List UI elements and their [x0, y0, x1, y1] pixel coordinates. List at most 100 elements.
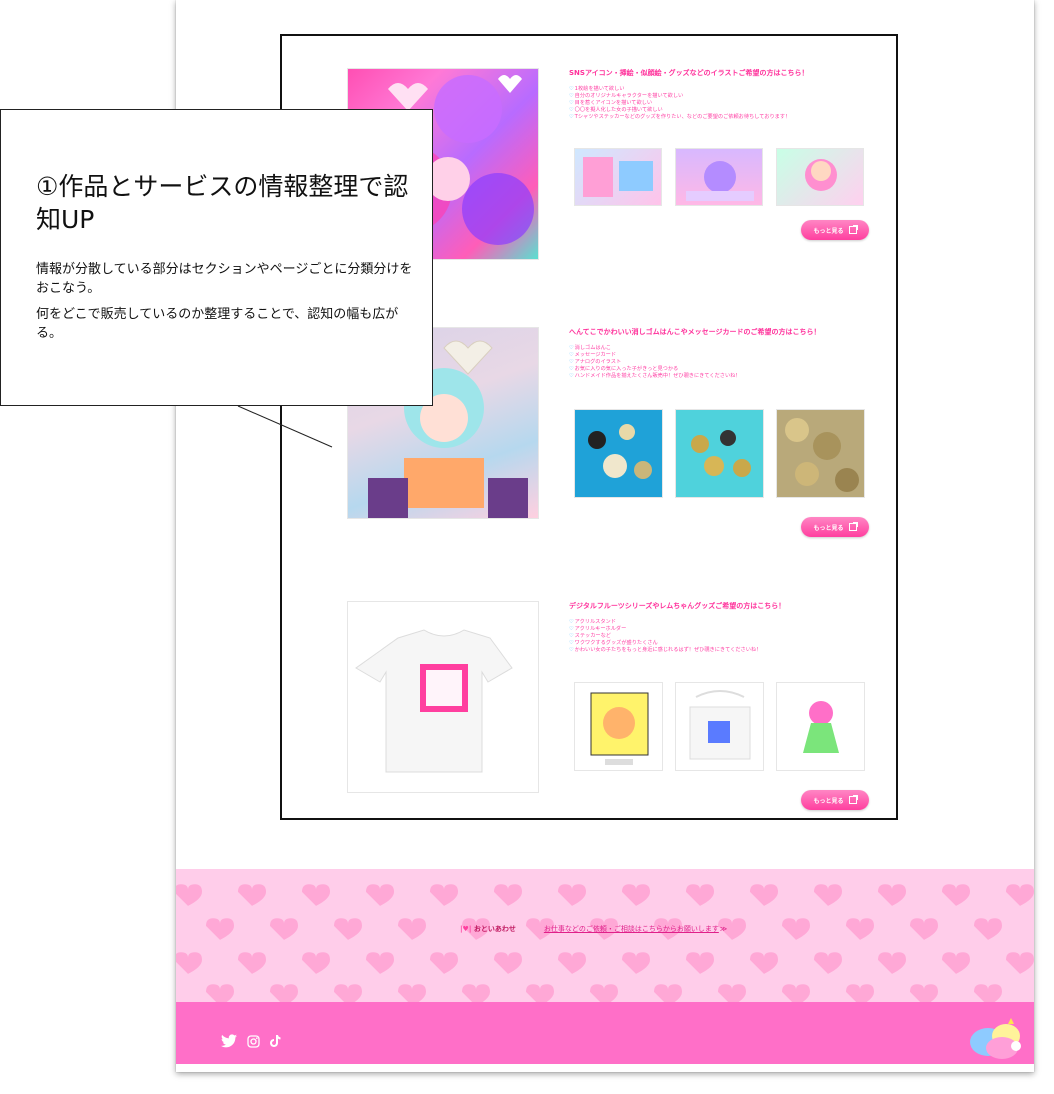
heart-icon — [398, 984, 426, 1002]
twitter-icon[interactable] — [221, 1034, 237, 1051]
heart-icon — [558, 952, 586, 974]
callout-title: ①作品とサービスの情報整理で認知UP — [36, 172, 409, 234]
heart-icon — [494, 952, 522, 974]
footer-bar — [176, 1002, 1034, 1064]
callout-paragraph: 何をどこで販売しているのか整理することで、認知の幅も広がる。 — [36, 307, 399, 341]
heart-icon — [1006, 884, 1034, 906]
site-logo[interactable] — [968, 1016, 1024, 1064]
heart-icon — [750, 952, 778, 974]
heart-icon — [302, 884, 330, 906]
heart-icon — [238, 884, 266, 906]
heart-icon — [974, 918, 1002, 940]
hearts-background — [176, 869, 1034, 1002]
heart-icon — [814, 952, 842, 974]
thumbnail-image[interactable] — [776, 148, 864, 206]
heart-icon — [878, 952, 906, 974]
contact-link[interactable]: お仕事などのご依頼・ご相談はこちらからお願いします — [544, 924, 719, 934]
bullet-item: 自分のオリジナルキャラクターを描いて欲しい — [569, 93, 790, 100]
heart-icon — [366, 884, 394, 906]
heart-icon — [974, 984, 1002, 1002]
bullet-item: アクリルスタンド — [569, 619, 761, 626]
heart-icon — [782, 918, 810, 940]
bullet-item: ハンドメイド作品を揃えたくさん販売中！ぜひ覗きにきてくださいね！ — [569, 373, 741, 380]
external-link-icon — [848, 225, 858, 234]
heart-icon — [622, 884, 650, 906]
heart-icon — [176, 952, 202, 974]
bullet-item: 消しゴムはんこ — [569, 345, 741, 352]
heart-icon — [686, 884, 714, 906]
heart-icon — [942, 884, 970, 906]
more-button[interactable]: もっと見る — [801, 790, 869, 810]
thumbnail-image[interactable] — [675, 409, 764, 498]
external-link-icon — [848, 795, 858, 804]
bullet-item: ワクワクするグッズが盛りたくさん — [569, 640, 761, 647]
thumbnail-image[interactable] — [675, 682, 764, 771]
heart-icon — [430, 952, 458, 974]
contact-label: |♥| おといあわせ — [460, 925, 516, 933]
thumbnail-image[interactable] — [574, 682, 663, 771]
double-chevron-icon: ≫ — [719, 925, 728, 933]
heart-icon — [270, 918, 298, 940]
more-button[interactable]: もっと見る — [801, 517, 869, 537]
heart-icon — [270, 984, 298, 1002]
thumbnail-image[interactable] — [776, 682, 865, 771]
bullet-item: 1枚絵を描いて欲しい — [569, 86, 790, 93]
heart-icon — [878, 884, 906, 906]
instagram-icon[interactable] — [247, 1034, 260, 1051]
thumbnail-image[interactable] — [574, 148, 662, 206]
heart-icon — [334, 984, 362, 1002]
bullet-item: 〇〇を擬人化した女の子描いて欲しい — [569, 107, 790, 114]
heart-icon — [910, 918, 938, 940]
bullet-item: かわいい女の子たちをもっと身近に感じれるはず！ぜひ覗きにきてくださいね！ — [569, 647, 762, 654]
heart-icon — [526, 984, 554, 1002]
heart-icon: |♥| — [460, 925, 472, 933]
thumbnail-image[interactable] — [574, 409, 663, 498]
heart-icon — [430, 884, 458, 906]
bullet-item: アナログのイラスト — [569, 359, 741, 366]
bullet-item: Tシャツやステッカーなどのグッズを作りたい、などのご要望のご依頼お待ちしておりま… — [569, 114, 791, 121]
heart-icon — [590, 984, 618, 1002]
heart-icon — [558, 884, 586, 906]
section-title: デジタルフルーツシリーズやレムちゃんグッズご希望の方はこちら！ — [569, 602, 786, 610]
social-links — [221, 1034, 281, 1051]
section-bullets: 1枚絵を描いて欲しい 自分のオリジナルキャラクターを描いて欲しい 目を惹くアイコ… — [569, 86, 791, 121]
heart-icon — [302, 952, 330, 974]
thumbnail-image[interactable] — [776, 409, 865, 498]
callout-body: 情報が分散している部分はセクションやページごとに分類分けをおこなう。 何をどこで… — [36, 260, 416, 350]
heart-icon — [942, 952, 970, 974]
heart-icon — [846, 984, 874, 1002]
section-title: SNSアイコン・挿絵・似顔絵・グッズなどのイラストご希望の方はこちら！ — [569, 69, 809, 77]
heart-icon — [494, 884, 522, 906]
bullet-item: メッセージカード — [569, 352, 741, 359]
more-button[interactable]: もっと見る — [801, 220, 869, 240]
bullet-item: 目を惹くアイコンを描いて欲しい — [569, 100, 790, 107]
section-bullets: アクリルスタンド アクリルキーホルダー ステッカーなど ワクワクするグッズが盛り… — [569, 619, 762, 654]
heart-icon — [1006, 952, 1034, 974]
heart-icon — [334, 918, 362, 940]
bullet-item: アクリルキーホルダー — [569, 626, 761, 633]
heart-icon — [782, 984, 810, 1002]
external-link-icon — [848, 522, 858, 531]
heart-icon — [206, 984, 234, 1002]
tiktok-icon[interactable] — [270, 1035, 281, 1050]
heart-icon — [176, 884, 202, 906]
heart-icon — [910, 984, 938, 1002]
bullet-item: ステッカーなど — [569, 633, 761, 640]
heart-icon — [398, 918, 426, 940]
contact-row: |♥| おといあわせ お仕事などのご依頼・ご相談はこちらからお願いします ≫ — [460, 924, 727, 934]
heart-icon — [238, 952, 266, 974]
bullet-item: お気に入りの気に入った子がきっと見つかる — [569, 366, 741, 373]
heart-icon — [718, 984, 746, 1002]
more-button-label: もっと見る — [813, 524, 844, 532]
heart-pattern-icon — [176, 884, 1034, 1002]
annotation-callout: ①作品とサービスの情報整理で認知UP 情報が分散している部分はセクションやページ… — [0, 109, 433, 406]
more-button-label: もっと見る — [813, 797, 844, 805]
heart-icon — [206, 918, 234, 940]
thumbnail-image[interactable] — [675, 148, 763, 206]
section-goods: デジタルフルーツシリーズやレムちゃんグッズご希望の方はこちら！ アクリルスタンド… — [347, 601, 872, 811]
section-bullets: 消しゴムはんこ メッセージカード アナログのイラスト お気に入りの気に入った子が… — [569, 345, 741, 380]
section-title: へんてこでかわいい消しゴムはんこやメッセージカードのご希望の方はこちら！ — [569, 328, 821, 336]
heart-icon — [846, 918, 874, 940]
heart-icon — [750, 884, 778, 906]
heart-icon — [686, 952, 714, 974]
